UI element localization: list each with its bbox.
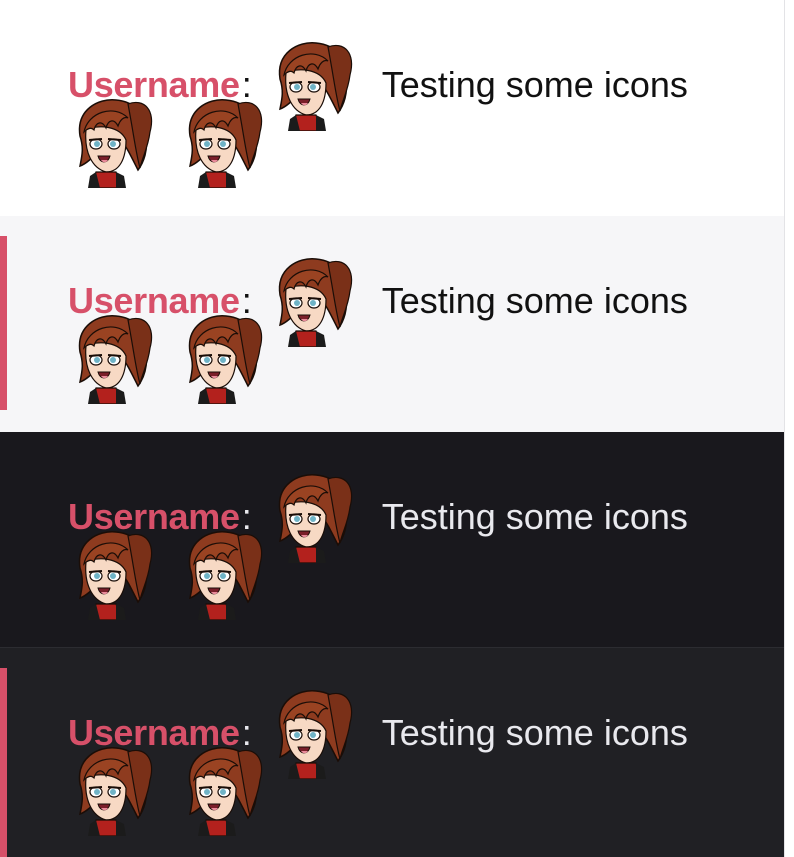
anime-girl-emote-icon	[70, 528, 154, 620]
anime-girl-emote-icon	[70, 96, 154, 188]
anime-girl-emote-icon	[270, 471, 354, 563]
anime-girl-emote-icon	[270, 687, 354, 779]
message-text: Testing some icons	[381, 64, 688, 105]
message-text: Testing some icons	[381, 496, 688, 537]
highlight-bar	[0, 236, 7, 410]
chat-feed: Username : Testing some icons Username :…	[0, 0, 794, 857]
message-text: Testing some icons	[381, 712, 688, 753]
anime-girl-emote-icon	[180, 528, 264, 620]
anime-girl-emote-icon	[180, 96, 264, 188]
highlight-bar	[0, 668, 7, 857]
anime-girl-emote-icon	[270, 255, 354, 347]
message-text: Testing some icons	[381, 280, 688, 321]
anime-girl-emote-icon	[270, 39, 354, 131]
chat-message-highlighted: Username : Testing some icons	[0, 216, 784, 432]
chat-message: Username : Testing some icons	[0, 432, 784, 648]
scrollbar-track[interactable]	[784, 0, 794, 857]
chat-message: Username : Testing some icons	[0, 0, 784, 216]
anime-girl-emote-icon	[70, 312, 154, 404]
anime-girl-emote-icon	[70, 744, 154, 836]
chat-message-highlighted: Username : Testing some icons	[0, 648, 784, 857]
anime-girl-emote-icon	[180, 312, 264, 404]
anime-girl-emote-icon	[180, 744, 264, 836]
